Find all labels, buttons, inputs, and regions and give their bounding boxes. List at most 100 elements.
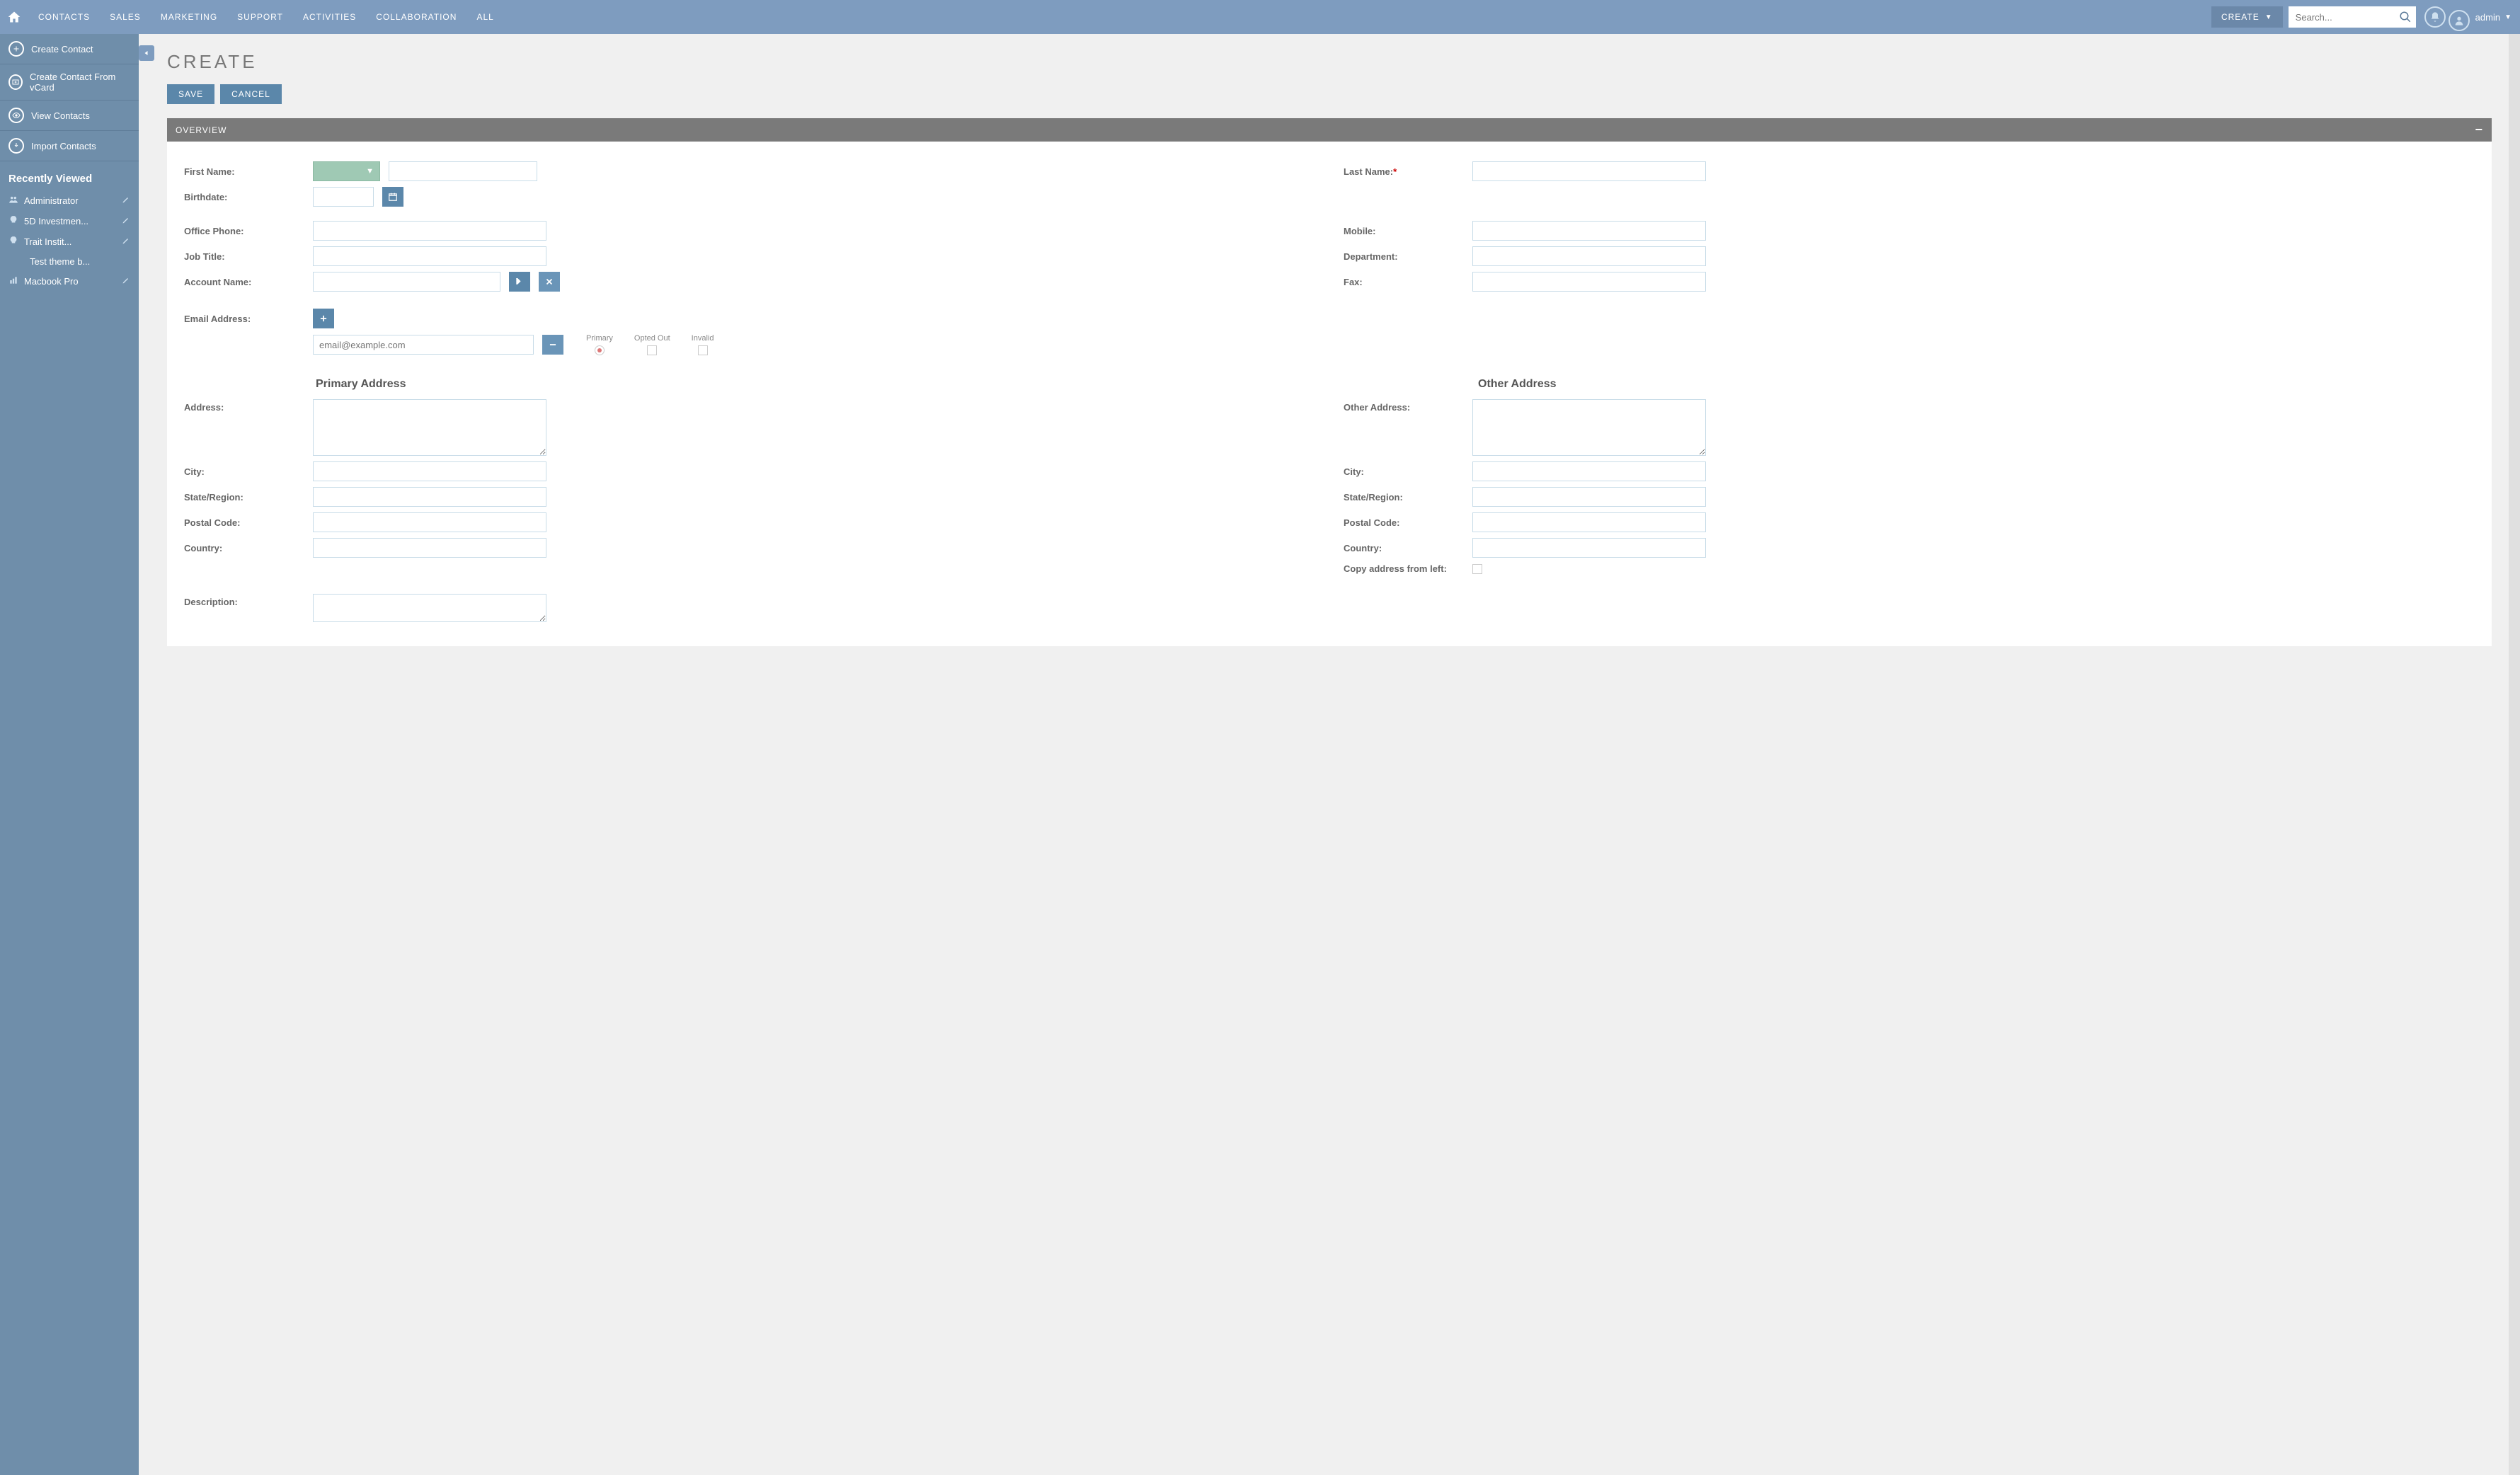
search-icon[interactable]	[2399, 11, 2412, 25]
user-name: admin	[2475, 12, 2500, 23]
create-dropdown-button[interactable]: CREATE ▼	[2211, 6, 2283, 28]
remove-email-button[interactable]	[542, 335, 563, 355]
pencil-icon[interactable]	[122, 195, 130, 206]
account-name-label: Account Name:	[184, 277, 304, 287]
state-label: State/Region:	[184, 492, 304, 503]
other-postal-input[interactable]	[1472, 512, 1706, 532]
bulb-icon	[8, 236, 18, 248]
birthdate-input[interactable]	[313, 187, 374, 207]
last-name-input[interactable]	[1472, 161, 1706, 181]
email-optout-label: Opted Out	[634, 334, 670, 343]
account-select-button[interactable]	[509, 272, 530, 292]
global-search	[2289, 6, 2416, 28]
vcard-icon	[8, 74, 23, 90]
mobile-label: Mobile:	[1344, 226, 1464, 236]
recent-item[interactable]: Trait Instit...	[0, 231, 139, 252]
primary-country-input[interactable]	[313, 538, 546, 558]
pencil-icon[interactable]	[122, 276, 130, 287]
email-invalid-checkbox[interactable]	[698, 345, 708, 355]
sidebar-action-label: Create Contact	[31, 44, 93, 54]
sidebar-action-label: Create Contact From vCard	[30, 71, 130, 93]
calendar-button[interactable]	[382, 187, 403, 207]
recent-item-label: 5D Investmen...	[24, 216, 116, 226]
office-phone-label: Office Phone:	[184, 226, 304, 236]
job-title-input[interactable]	[313, 246, 546, 266]
nav-tab-activities[interactable]: ACTIVITIES	[293, 0, 366, 34]
state-label: State/Region:	[1344, 492, 1464, 503]
other-state-input[interactable]	[1472, 487, 1706, 507]
nav-tab-sales[interactable]: SALES	[100, 0, 151, 34]
sidebar: Create Contact Create Contact From vCard…	[0, 34, 139, 1475]
nav-tab-collaboration[interactable]: COLLABORATION	[366, 0, 466, 34]
recent-item[interactable]: 5D Investmen...	[0, 211, 139, 231]
email-input[interactable]	[313, 335, 534, 355]
first-name-input[interactable]	[389, 161, 537, 181]
email-label: Email Address:	[184, 314, 304, 324]
notifications-icon[interactable]	[2424, 6, 2446, 28]
department-label: Department:	[1344, 251, 1464, 262]
city-label: City:	[184, 466, 304, 477]
recently-viewed-header: Recently Viewed	[0, 161, 139, 190]
home-icon[interactable]	[0, 0, 28, 34]
recent-item[interactable]: Macbook Pro	[0, 271, 139, 292]
sidebar-import-contacts[interactable]: Import Contacts	[0, 131, 139, 161]
birthdate-label: Birthdate:	[184, 192, 304, 202]
nav-tab-contacts[interactable]: CONTACTS	[28, 0, 100, 34]
email-optout-checkbox[interactable]	[647, 345, 657, 355]
user-avatar-icon[interactable]	[2449, 10, 2470, 31]
primary-postal-input[interactable]	[313, 512, 546, 532]
primary-address-input[interactable]	[313, 399, 546, 456]
search-input[interactable]	[2289, 6, 2416, 28]
other-address-label: Other Address:	[1344, 399, 1464, 413]
nav-tab-support[interactable]: SUPPORT	[227, 0, 293, 34]
plus-icon	[8, 41, 24, 57]
fax-input[interactable]	[1472, 272, 1706, 292]
sidebar-view-contacts[interactable]: View Contacts	[0, 101, 139, 131]
other-address-input[interactable]	[1472, 399, 1706, 456]
email-invalid-label: Invalid	[692, 334, 714, 343]
scrollbar[interactable]	[2509, 34, 2520, 1475]
office-phone-input[interactable]	[313, 221, 546, 241]
nav-tab-all[interactable]: ALL	[466, 0, 503, 34]
primary-city-input[interactable]	[313, 461, 546, 481]
department-input[interactable]	[1472, 246, 1706, 266]
primary-state-input[interactable]	[313, 487, 546, 507]
user-menu[interactable]: admin ▼	[2475, 12, 2512, 23]
email-options: Primary Opted Out Invalid	[586, 334, 714, 355]
recent-item[interactable]: Administrator	[0, 190, 139, 211]
account-name-input[interactable]	[313, 272, 500, 292]
salutation-dropdown[interactable]: ▼	[313, 161, 380, 181]
save-button[interactable]: SAVE	[167, 84, 214, 104]
recent-item-label: Trait Instit...	[24, 236, 116, 247]
recent-item-label: Test theme b...	[14, 256, 130, 267]
email-primary-label: Primary	[586, 334, 613, 343]
overview-panel-header: OVERVIEW −	[167, 118, 2492, 142]
postal-label: Postal Code:	[1344, 517, 1464, 528]
job-title-label: Job Title:	[184, 251, 304, 262]
recent-item[interactable]: Test theme b...	[0, 252, 139, 271]
account-clear-button[interactable]	[539, 272, 560, 292]
description-input[interactable]	[313, 594, 546, 622]
pencil-icon[interactable]	[122, 216, 130, 226]
email-primary-radio[interactable]	[595, 345, 605, 355]
nav-tab-marketing[interactable]: MARKETING	[151, 0, 227, 34]
nav-tabs: CONTACTS SALES MARKETING SUPPORT ACTIVIT…	[28, 0, 504, 34]
eye-icon	[8, 108, 24, 123]
other-address-header: Other Address	[1329, 358, 2492, 396]
sidebar-create-contact-vcard[interactable]: Create Contact From vCard	[0, 64, 139, 101]
add-email-button[interactable]	[313, 309, 334, 328]
download-icon	[8, 138, 24, 154]
sidebar-action-label: Import Contacts	[31, 141, 96, 151]
mobile-input[interactable]	[1472, 221, 1706, 241]
address-label: Address:	[184, 399, 304, 413]
recent-item-label: Macbook Pro	[24, 276, 116, 287]
other-country-input[interactable]	[1472, 538, 1706, 558]
cancel-button[interactable]: CANCEL	[220, 84, 282, 104]
pencil-icon[interactable]	[122, 236, 130, 247]
collapse-sidebar-button[interactable]	[139, 45, 154, 61]
sidebar-create-contact[interactable]: Create Contact	[0, 34, 139, 64]
top-navbar: CONTACTS SALES MARKETING SUPPORT ACTIVIT…	[0, 0, 2520, 34]
other-city-input[interactable]	[1472, 461, 1706, 481]
copy-address-checkbox[interactable]	[1472, 564, 1482, 574]
collapse-panel-icon[interactable]: −	[2475, 122, 2483, 137]
